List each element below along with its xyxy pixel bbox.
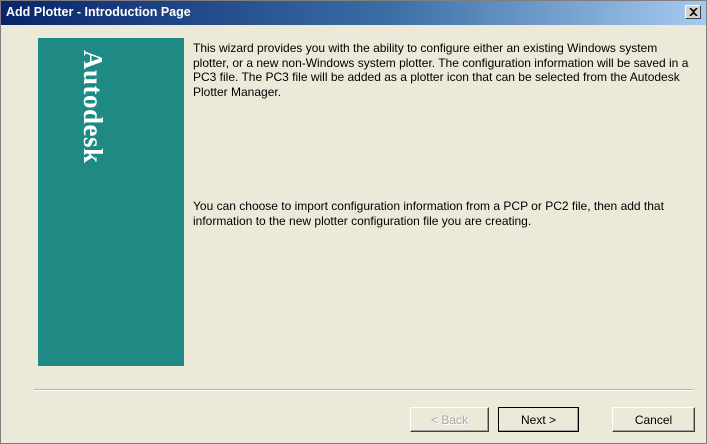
autodesk-logo: Autodesk bbox=[78, 50, 108, 164]
intro-paragraph-2: You can choose to import configuration i… bbox=[193, 199, 664, 228]
close-icon bbox=[689, 8, 698, 16]
next-button[interactable]: Next > bbox=[498, 407, 579, 432]
add-plotter-dialog: Add Plotter - Introduction Page Autodesk… bbox=[0, 0, 707, 444]
button-separator bbox=[34, 389, 693, 391]
autodesk-brand-panel: Autodesk bbox=[38, 38, 184, 366]
title-bar[interactable]: Add Plotter - Introduction Page bbox=[1, 1, 706, 25]
intro-content: This wizard provides you with the abilit… bbox=[193, 41, 693, 228]
back-button[interactable]: < Back bbox=[410, 407, 489, 432]
intro-paragraph-1: This wizard provides you with the abilit… bbox=[193, 41, 689, 99]
window-title: Add Plotter - Introduction Page bbox=[6, 5, 191, 19]
close-button[interactable] bbox=[685, 5, 701, 19]
cancel-button[interactable]: Cancel bbox=[612, 407, 695, 432]
